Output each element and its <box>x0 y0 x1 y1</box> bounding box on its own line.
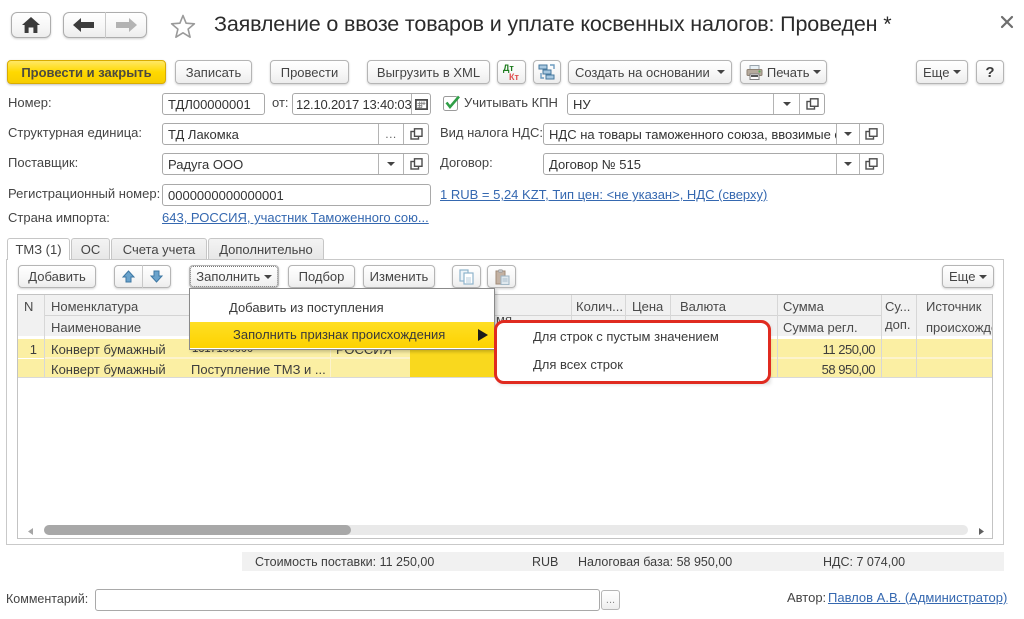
svg-text:Кт: Кт <box>509 72 519 81</box>
